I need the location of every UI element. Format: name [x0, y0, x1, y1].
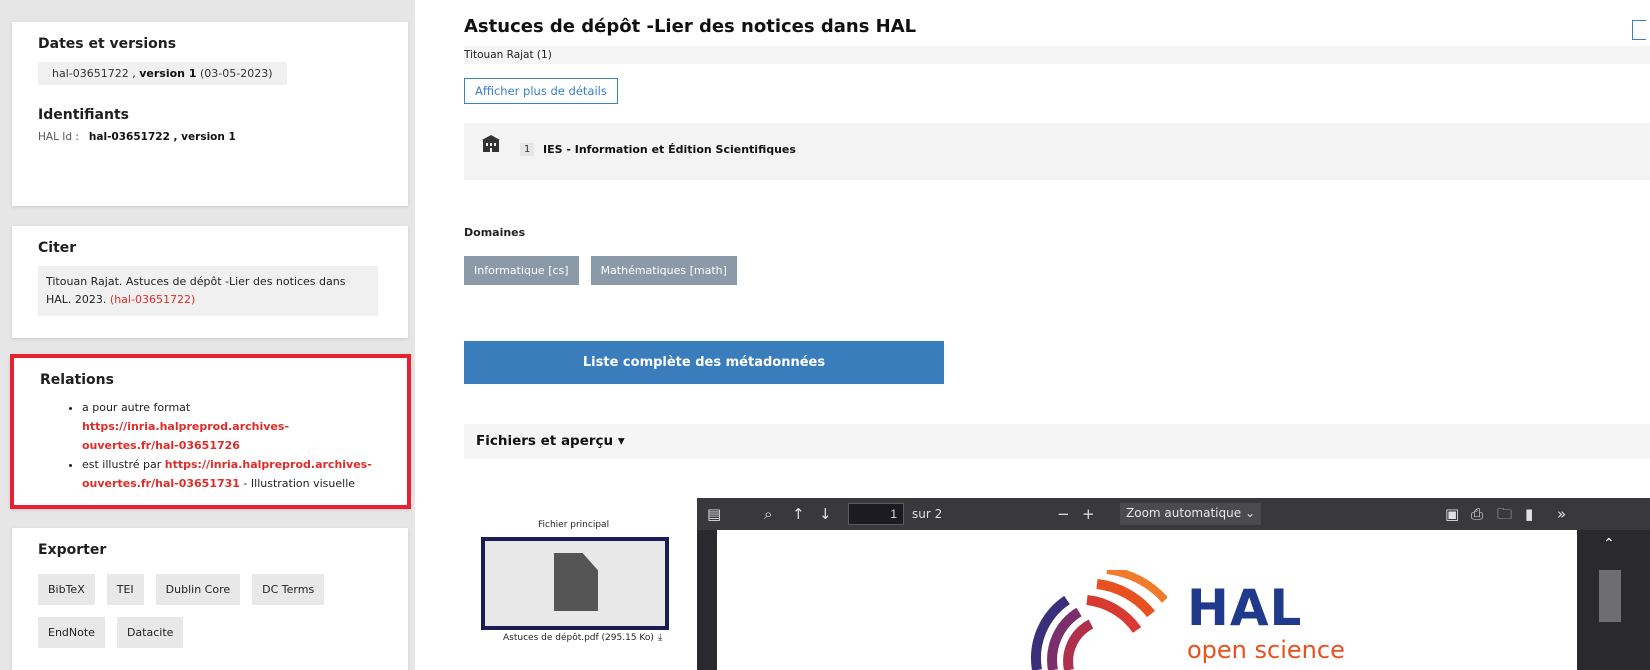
relation-item: est illustré par https://inria.halprepro…: [82, 455, 381, 493]
citer-card: Citer Titouan Rajat. Astuces de dépôt -L…: [12, 226, 408, 338]
export-datacite-button[interactable]: Datacite: [116, 617, 184, 648]
relation-prefix: est illustré par: [82, 458, 165, 471]
version-date: (03-05-2023): [199, 67, 273, 80]
hal-logo-icon: [1031, 570, 1167, 670]
halid-row: HAL Id : hal-03651722 , version 1: [38, 131, 382, 143]
domain-chip-mathematiques[interactable]: Mathématiques [math]: [590, 256, 737, 285]
previous-page-icon[interactable]: ↑: [792, 504, 805, 524]
zoom-out-icon[interactable]: −: [1057, 504, 1070, 524]
file-thumbnail[interactable]: [481, 537, 669, 630]
author-list[interactable]: Titouan Rajat (1): [464, 46, 1650, 64]
next-page-icon[interactable]: ↓: [819, 504, 832, 524]
affiliation-box: 1 IES - Information et Édition Scientifi…: [464, 123, 1650, 180]
relations-card: Relations a pour autre format https://in…: [10, 354, 411, 509]
page-number-input[interactable]: [848, 503, 904, 525]
export-buttons: BibTeX TEI Dublin Core DC Terms EndNote …: [38, 574, 368, 648]
export-bibtex-button[interactable]: BibTeX: [38, 574, 95, 605]
save-icon[interactable]: 🗀: [1497, 504, 1512, 524]
version-separator: ,: [128, 67, 140, 80]
zoom-select[interactable]: Zoom automatique ⌄: [1120, 503, 1261, 525]
zoom-in-icon[interactable]: +: [1082, 504, 1095, 524]
main-content: Astuces de dépôt -Lier des notices dans …: [464, 0, 1650, 670]
citer-title: Citer: [38, 240, 77, 256]
domaines-chips: Informatique [cs] Mathématiques [math]: [464, 256, 737, 285]
halid-value: hal-03651722 , version 1: [88, 131, 236, 143]
hal-logo-title: HAL: [1187, 579, 1303, 637]
domaines-label: Domaines: [464, 226, 526, 239]
export-dublin-core-button[interactable]: Dublin Core: [155, 574, 241, 605]
export-dc-terms-button[interactable]: DC Terms: [252, 574, 325, 605]
files-header-label: Fichiers et aperçu: [476, 433, 614, 449]
exporter-title: Exporter: [38, 542, 107, 558]
relation-link[interactable]: https://inria.halpreprod.archives-ouvert…: [82, 420, 289, 452]
building-icon: [482, 135, 500, 152]
affiliation-name: IES - Information et Édition Scientifiqu…: [543, 143, 796, 156]
scroll-up-icon[interactable]: ⌃: [1603, 536, 1615, 552]
files-preview-header[interactable]: Fichiers et aperçu ▾: [464, 424, 1650, 459]
halid-label: HAL Id :: [38, 131, 79, 143]
zoom-value: Zoom automatique: [1126, 506, 1242, 520]
scroll-thumb[interactable]: [1599, 570, 1621, 622]
bookmark-page-icon[interactable]: ▮: [1525, 504, 1533, 524]
relations-list: a pour autre format https://inria.halpre…: [82, 398, 381, 493]
relation-prefix: a pour autre format: [82, 401, 191, 414]
pdf-viewer: ▤ ⌕ ↑ ↓ sur 2 − + Zoom automatique ⌄ ▣ ⎙…: [697, 498, 1650, 670]
pdf-page: HAL open science: [717, 530, 1577, 670]
version-chip[interactable]: hal-03651722 , version 1 (03-05-2023): [38, 62, 287, 85]
affiliation-number: 1: [520, 143, 535, 156]
search-icon[interactable]: ⌕: [764, 504, 772, 524]
chevron-down-icon: ⌄: [1244, 506, 1255, 520]
export-endnote-button[interactable]: EndNote: [38, 617, 105, 648]
identifiants-title: Identifiants: [38, 107, 129, 123]
main-file-label: Fichier principal: [538, 520, 610, 530]
dates-versions-card: Dates et versions hal-03651722 , version…: [12, 22, 408, 206]
metadata-list-button[interactable]: Liste complète des métadonnées: [464, 341, 944, 384]
dates-versions-title: Dates et versions: [38, 36, 177, 52]
version-id: hal-03651722: [52, 67, 129, 80]
sidebar: Dates et versions hal-03651722 , version…: [0, 0, 415, 670]
page-count: sur 2: [912, 507, 943, 521]
pdf-scrollbar[interactable]: ⌃: [1590, 530, 1630, 670]
download-icon[interactable]: ⤓: [658, 632, 662, 643]
export-tei-button[interactable]: TEI: [106, 574, 144, 605]
citation-box: Titouan Rajat. Astuces de dépôt -Lier de…: [38, 266, 378, 316]
relation-suffix: - Illustration visuelle: [239, 477, 356, 490]
citation-ref-link[interactable]: (hal-03651722): [110, 293, 195, 306]
hal-logo-subtitle: open science: [1187, 636, 1345, 664]
sidebar-toggle-icon[interactable]: ▤: [707, 504, 721, 524]
domain-chip-informatique[interactable]: Informatique [cs]: [464, 256, 579, 285]
bookmark-icon[interactable]: [1632, 20, 1646, 40]
show-details-button[interactable]: Afficher plus de détails: [464, 78, 618, 104]
pdf-toolbar: ▤ ⌕ ↑ ↓ sur 2 − + Zoom automatique ⌄ ▣ ⎙…: [697, 498, 1650, 530]
presentation-mode-icon[interactable]: ▣: [1445, 504, 1459, 524]
citation-text: Titouan Rajat. Astuces de dépôt -Lier de…: [46, 275, 346, 306]
caret-down-icon: ▾: [617, 433, 625, 449]
file-name[interactable]: Astuces de dépôt.pdf (295.15 Ko): [503, 633, 654, 643]
version-label: version 1: [139, 67, 197, 80]
print-icon[interactable]: ⎙: [1471, 504, 1483, 524]
relations-title: Relations: [40, 372, 114, 388]
document-icon: [554, 553, 598, 611]
exporter-card: Exporter BibTeX TEI Dublin Core DC Terms…: [12, 528, 408, 670]
relation-item: a pour autre format https://inria.halpre…: [82, 398, 381, 455]
tools-menu-icon[interactable]: »: [1557, 504, 1566, 524]
page-title: Astuces de dépôt -Lier des notices dans …: [464, 16, 917, 37]
